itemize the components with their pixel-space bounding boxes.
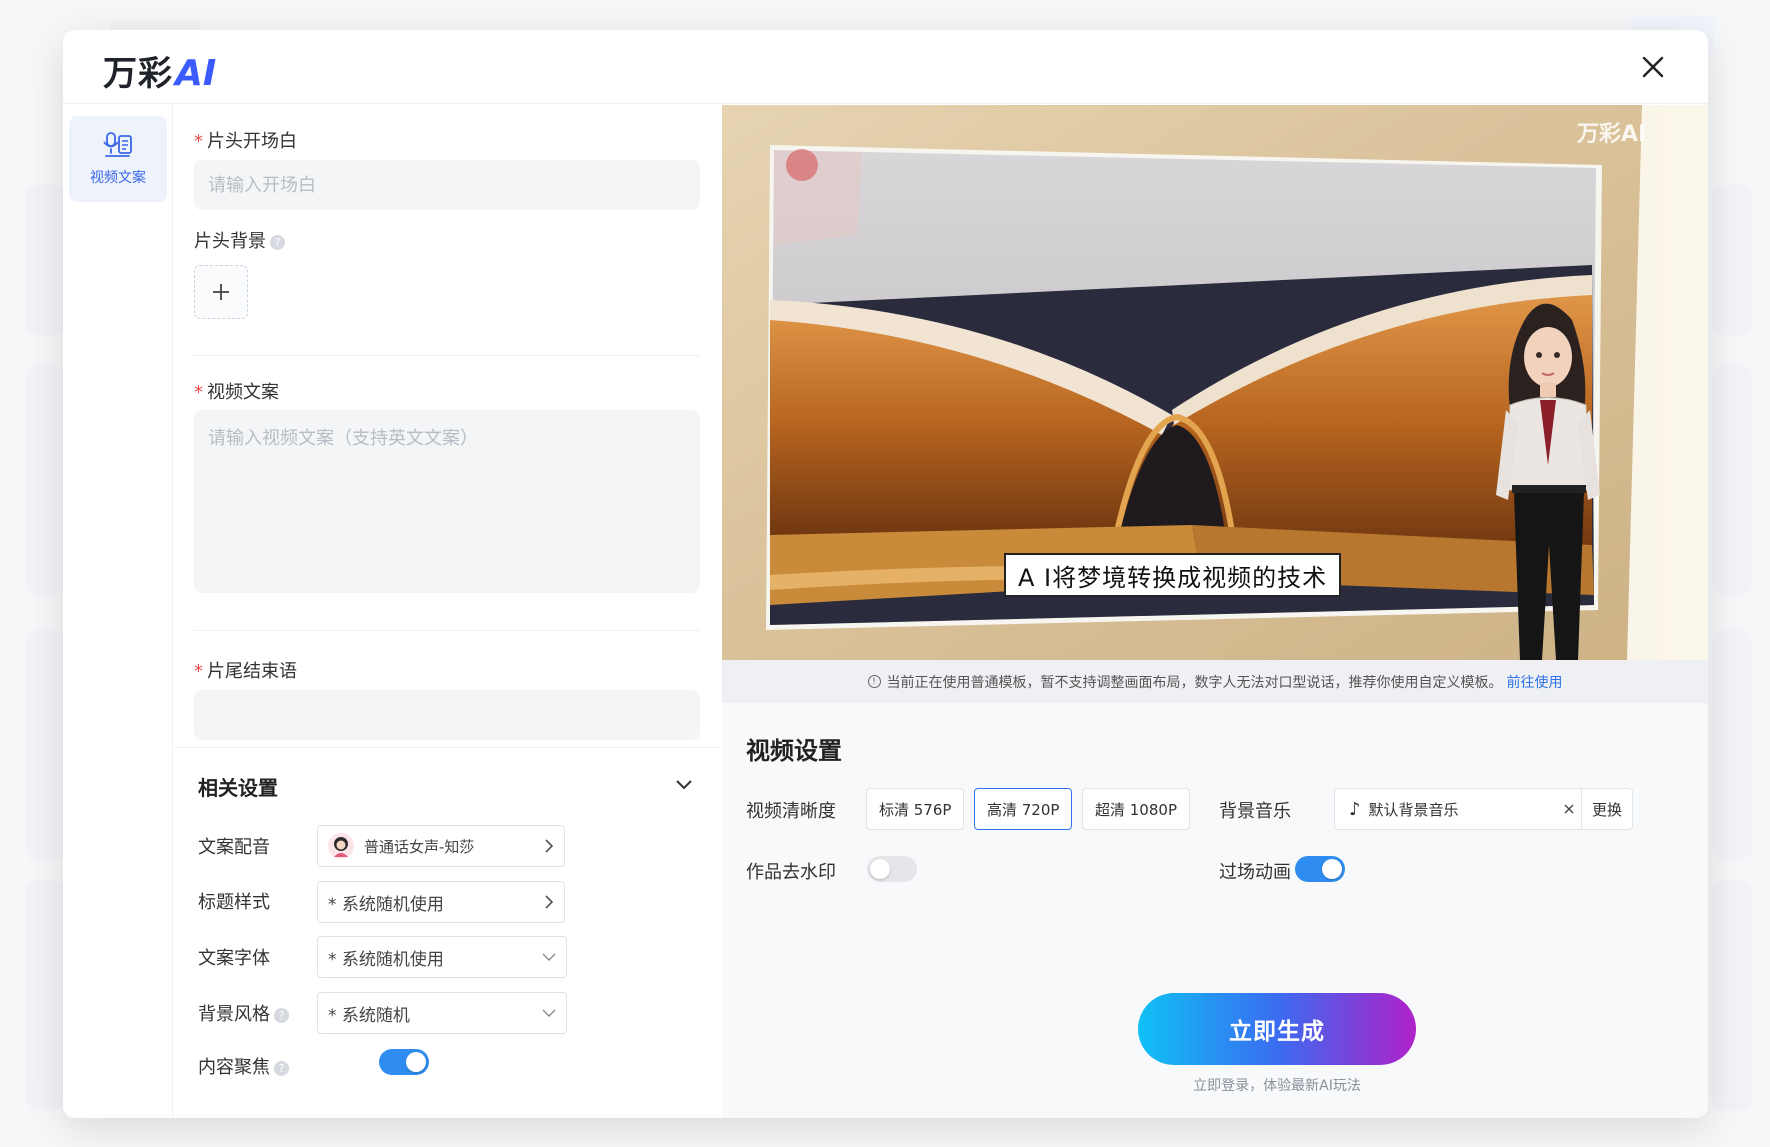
music-note-icon: ♪ [1349,798,1361,820]
script-label: * 视频文案 [194,382,279,403]
chevron-right-icon [545,895,554,909]
title-style-select[interactable]: * 系统随机使用 [317,881,565,923]
toggle-knob [1322,859,1342,879]
video-settings-title: 视频设置 [746,737,842,765]
script-mic-icon [103,132,132,157]
chevron-down-icon [542,1009,556,1017]
bg-style-value: * 系统随机 [328,1005,410,1026]
resolution-option-720[interactable]: 高清 720P [974,788,1073,830]
bg-style-label: 背景风格? [198,1000,289,1026]
outro-label: * 片尾结束语 [194,661,297,682]
close-icon [1642,56,1664,78]
script-form: *片头开场白 片头背景? *视频文案 *片尾结束语 [174,105,721,747]
left-nav: 视频文案 [63,105,173,1118]
music-clear-button[interactable] [1557,800,1581,818]
focus-label: 内容聚焦? [198,1053,289,1079]
intro-label: * 片头开场白 [194,131,297,152]
info-icon: ! [867,675,881,688]
template-notice: ! 当前正在使用普通模板，暂不支持调整画面布局，数字人无法对口型说话，推荐你使用… [722,660,1708,703]
video-preview: 万彩AI A I将梦境转换成视频的技术 [722,105,1708,660]
font-label: 文案字体 [198,948,270,969]
font-select[interactable]: * 系统随机使用 [317,936,567,978]
toggle-knob [406,1052,426,1072]
nav-item-label: 视频文案 [90,170,146,186]
music-value: 默认背景音乐 [1368,800,1459,819]
collapse-toggle[interactable] [675,776,693,795]
watermark-label: 作品去水印 [746,862,836,883]
music-selector: ♪ 默认背景音乐 更换 [1334,788,1633,830]
font-value: * 系统随机使用 [328,949,444,970]
close-icon [1564,804,1574,814]
close-button[interactable] [1634,48,1672,86]
logo: 万彩 AI [103,46,216,95]
notice-link[interactable]: 前往使用 [1507,672,1563,692]
divider [194,630,700,631]
resolution-option-576[interactable]: 标清 576P [866,788,965,830]
nav-item-video-script[interactable]: 视频文案 [69,116,167,202]
outro-input[interactable] [194,690,700,740]
svg-text:万彩AI: 万彩AI [1576,122,1646,147]
toggle-knob [870,859,890,879]
chevron-down-icon [542,953,556,961]
voice-label: 文案配音 [198,837,270,858]
title-style-label: 标题样式 [198,892,270,913]
subtitle-caption: A I将梦境转换成视频的技术 [1004,553,1342,597]
chevron-right-icon [545,839,554,853]
right-column: 万彩AI A I将梦境转换成视频的技术 ! 当前正在使用普通模板，暂不支持调整画… [722,105,1708,1118]
music-change-button[interactable]: 更换 [1580,789,1632,829]
watermark-toggle[interactable] [867,856,917,882]
intro-bg-upload[interactable] [194,265,248,319]
required-mark: * [194,661,203,682]
logo-text: 万彩 [103,54,173,94]
resolution-label: 视频清晰度 [746,801,836,822]
resolution-option-1080[interactable]: 超清 1080P [1082,788,1190,830]
plus-icon [213,284,229,300]
form-column: *片头开场白 片头背景? *视频文案 *片尾结束语 [174,105,721,1118]
create-video-modal: 万彩 AI 视频文案 * 片头开场白 请输入开场白 片头背景 ? * 视频文案 … [63,30,1708,1118]
required-mark: * [194,131,203,152]
modal-header: 万彩 AI [63,30,1708,104]
voice-value: 普通话女声-知莎 [364,837,475,856]
intro-input[interactable] [194,160,700,210]
divider [194,355,700,356]
related-settings-title: 相关设置 [198,776,278,800]
focus-toggle[interactable] [379,1049,429,1075]
help-icon[interactable]: ? [270,235,285,250]
video-settings-panel: 视频设置 视频清晰度 标清 576P 高清 720P 超清 1080P 背景音乐… [722,703,1708,1118]
voice-select[interactable]: 普通话女声-知莎 [317,825,565,867]
bg-style-select[interactable]: * 系统随机 [317,992,567,1034]
script-textarea[interactable] [194,410,700,593]
logo-ai: AI [175,53,217,94]
login-tip[interactable]: 立即登录，体验最新AI玩法 [1138,1075,1416,1095]
transition-label: 过场动画 [1219,862,1291,883]
intro-bg-label: 片头背景? [194,227,285,253]
chevron-down-icon [676,780,692,790]
generate-button[interactable]: 立即生成 [1138,993,1416,1065]
help-icon[interactable]: ? [274,1008,289,1023]
voice-avatar [328,833,354,859]
transition-toggle[interactable] [1295,856,1345,882]
related-settings-panel: 相关设置 文案配音 普通话女声-知莎 标题样式 * 系统随机使用 文案字体 * … [174,747,721,1118]
title-style-value: * 系统随机使用 [328,894,444,915]
music-label: 背景音乐 [1219,801,1291,822]
required-mark: * [194,382,203,403]
help-icon[interactable]: ? [274,1061,289,1076]
notice-text: 当前正在使用普通模板，暂不支持调整画面布局，数字人无法对口型说话，推荐你使用自定… [886,674,1503,691]
